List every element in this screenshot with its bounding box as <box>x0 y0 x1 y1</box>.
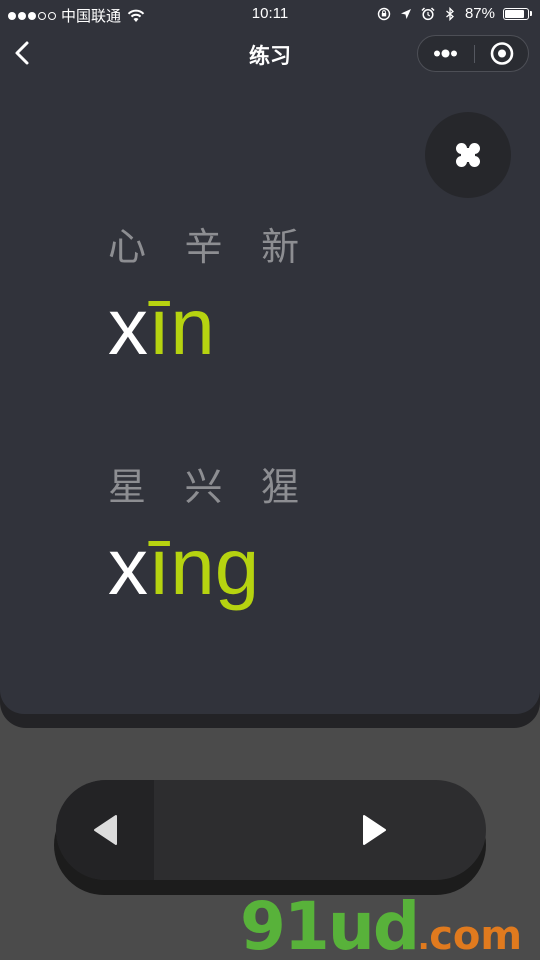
app-screen: 中国联通 10:11 87% 练习 心 辛 新 xīn 星 兴 猩 xīng 9… <box>0 0 540 960</box>
watermark-dot: . <box>418 914 430 958</box>
pinyin-final-2: īng <box>148 522 260 611</box>
rotation-lock-icon <box>377 7 391 20</box>
status-bar: 中国联通 10:11 87% <box>0 0 540 28</box>
more-dots-icon <box>434 49 457 58</box>
previous-button[interactable] <box>56 780 154 880</box>
nav-control <box>56 780 486 880</box>
battery-percent: 87% <box>464 5 495 22</box>
alarm-icon <box>421 6 435 20</box>
watermark-suffix: com <box>429 913 523 959</box>
pinyin-initial-1: x <box>108 282 148 371</box>
practice-group-2: 星 兴 猩 xīng <box>108 456 313 607</box>
grid-menu-button[interactable] <box>425 112 511 198</box>
menu-capsule <box>417 35 529 72</box>
more-button[interactable] <box>418 36 473 71</box>
triangle-right-icon <box>363 815 386 845</box>
status-right: 87% <box>377 5 532 22</box>
practice-group-1: 心 辛 新 xīn <box>108 216 313 367</box>
close-miniprogram-button[interactable] <box>475 36 529 71</box>
next-button[interactable] <box>154 780 486 880</box>
pinyin-row-1: xīn <box>108 287 313 367</box>
pinyin-initial-2: x <box>108 522 148 611</box>
practice-card: 中国联通 10:11 87% 练习 心 辛 新 xīn 星 兴 猩 xīng <box>0 0 540 714</box>
site-watermark: 91ud.com <box>240 888 522 960</box>
four-petal-grid-icon <box>456 143 480 167</box>
bluetooth-icon <box>446 6 454 21</box>
hanzi-row-1: 心 辛 新 <box>108 227 314 269</box>
watermark-main: 91ud <box>240 888 420 960</box>
triangle-left-icon <box>94 815 117 845</box>
pinyin-row-2: xīng <box>108 527 313 607</box>
navigation-bar: 练习 <box>0 28 540 80</box>
target-circle-icon <box>490 42 514 65</box>
pinyin-final-1: īn <box>148 282 215 371</box>
hanzi-row-2: 星 兴 猩 <box>108 467 314 509</box>
battery-icon <box>503 7 532 20</box>
location-arrow-icon <box>400 8 411 19</box>
